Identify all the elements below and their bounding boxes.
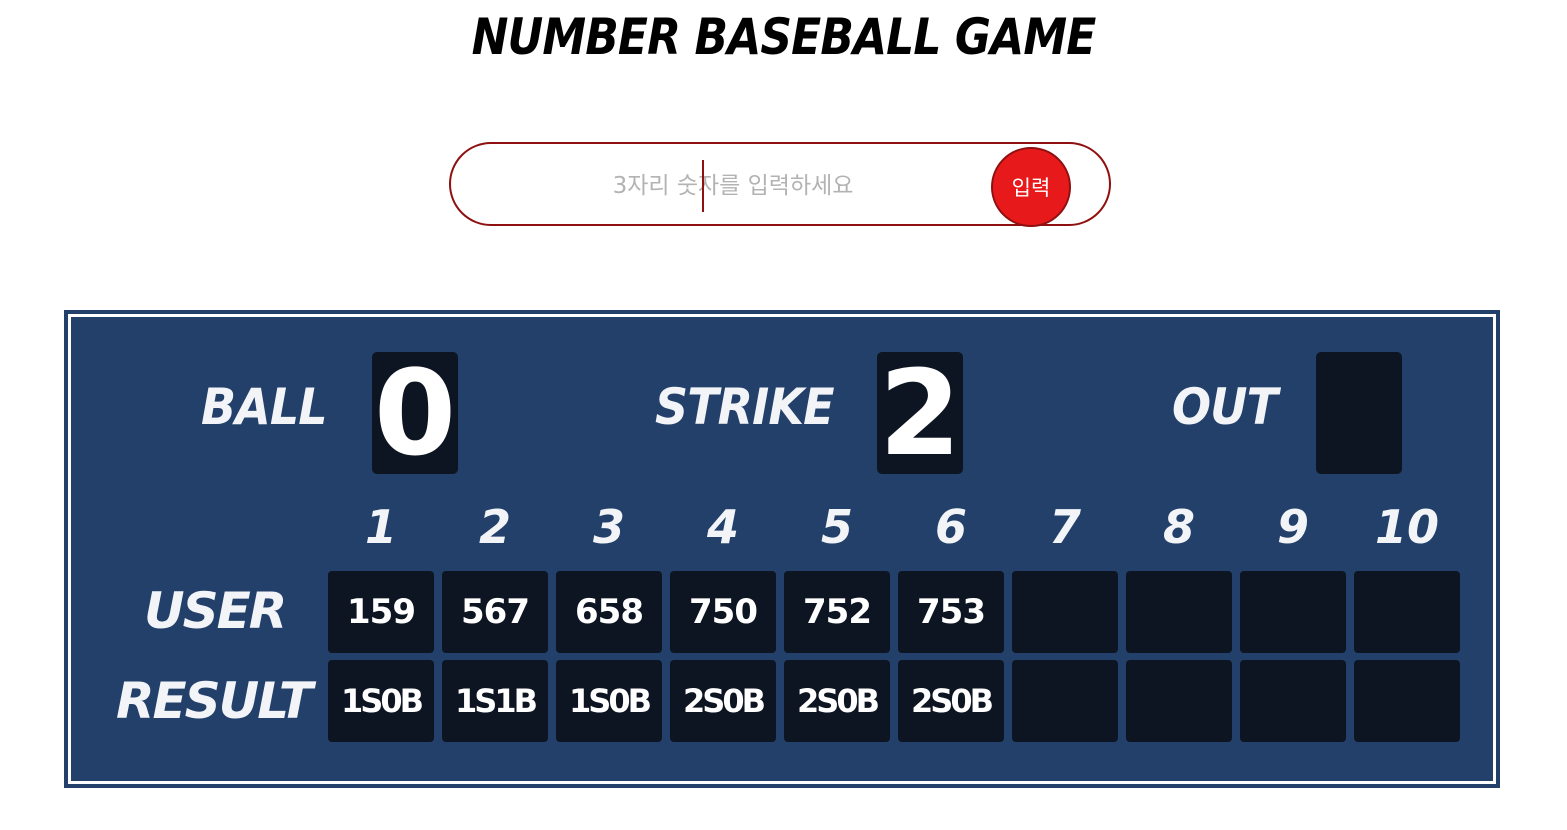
inning-number: 10 (1374, 500, 1439, 554)
scoreboard: BALL 0 STRIKE 2 OUT USER RESULT 1 159 1S0B… (64, 310, 1500, 788)
inning-number: 3 (592, 500, 625, 554)
ball-count: 0 (372, 352, 458, 474)
user-guess-cell: 753 (898, 571, 1004, 653)
inning-number: 2 (478, 500, 511, 554)
user-guess-cell: 752 (784, 571, 890, 653)
submit-button[interactable]: 입력 (991, 147, 1071, 227)
guess-input[interactable] (491, 160, 975, 212)
guess-input-container: 입력 (449, 142, 1111, 227)
result-cell (1240, 660, 1346, 742)
inning-number: 1 (364, 500, 397, 554)
inning-number: 5 (820, 500, 853, 554)
result-row-label: RESULT (116, 672, 313, 730)
out-label: OUT (1172, 378, 1278, 436)
user-guess-cell (1126, 571, 1232, 653)
out-count (1316, 352, 1402, 474)
result-cell: 1S0B (556, 660, 662, 742)
user-guess-cell (1240, 571, 1346, 653)
inning-number: 8 (1162, 500, 1195, 554)
user-guess-cell (1012, 571, 1118, 653)
inning-number: 9 (1276, 500, 1309, 554)
user-guess-cell (1354, 571, 1460, 653)
result-cell: 1S0B (328, 660, 434, 742)
user-guess-cell: 567 (442, 571, 548, 653)
result-cell (1012, 660, 1118, 742)
result-cell (1126, 660, 1232, 742)
ball-label: BALL (201, 378, 328, 436)
result-cell: 2S0B (670, 660, 776, 742)
strike-count: 2 (877, 352, 963, 474)
inning-number: 6 (934, 500, 967, 554)
result-cell: 1S1B (442, 660, 548, 742)
strike-label: STRIKE (655, 378, 835, 436)
text-caret (702, 160, 704, 212)
user-row-label: USER (144, 582, 287, 640)
inning-number: 7 (1048, 500, 1081, 554)
user-guess-cell: 750 (670, 571, 776, 653)
user-guess-cell: 658 (556, 571, 662, 653)
result-cell: 2S0B (784, 660, 890, 742)
result-cell (1354, 660, 1460, 742)
page-title: NUMBER BASEBALL GAME (471, 8, 1097, 66)
inning-number: 4 (706, 500, 739, 554)
user-guess-cell: 159 (328, 571, 434, 653)
result-cell: 2S0B (898, 660, 1004, 742)
